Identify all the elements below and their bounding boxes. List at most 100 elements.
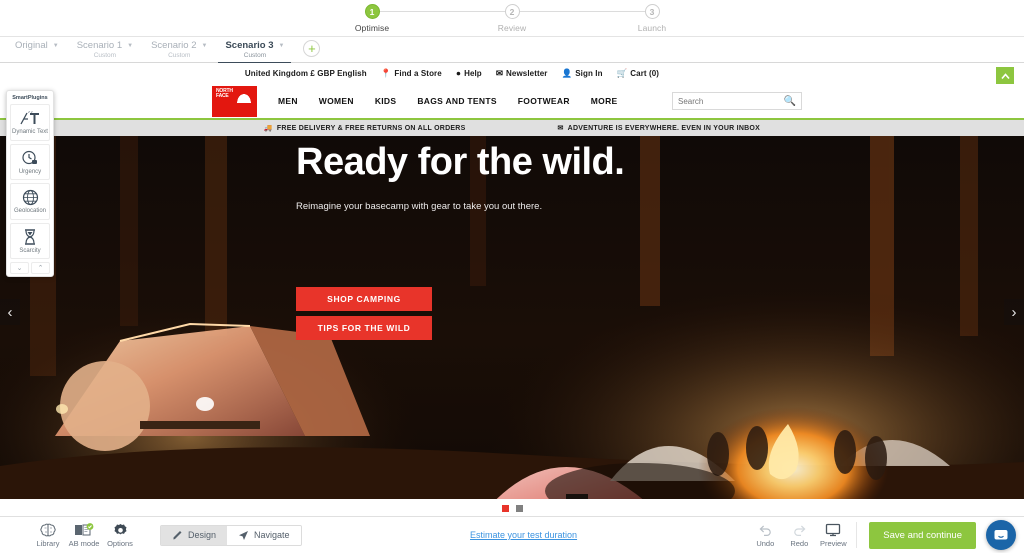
chevron-down-icon[interactable]: ▼ — [279, 43, 285, 49]
ab-mode-icon — [74, 522, 94, 538]
chevron-down-icon[interactable]: ▼ — [127, 43, 133, 49]
chevron-down-icon[interactable]: ▼ — [53, 43, 59, 49]
chat-support-button[interactable] — [986, 520, 1016, 550]
tab-sublabel: Custom — [93, 52, 117, 59]
plugin-dynamic-text[interactable]: Dynamic Text — [10, 104, 50, 141]
progress-stepper: 1 Optimise 2 Review 3 Launch — [0, 0, 1024, 36]
carousel-dot-1[interactable] — [501, 504, 509, 512]
chevron-down-icon[interactable]: ▼ — [202, 43, 208, 49]
tips-for-the-wild-button[interactable]: TIPS FOR THE WILD — [296, 316, 432, 340]
step-label: Launch — [637, 23, 667, 33]
scroll-to-top-button[interactable] — [996, 67, 1014, 85]
promo-label: ADVENTURE IS EVERYWHERE. EVEN IN YOUR IN… — [567, 124, 761, 132]
plugin-label: Dynamic Text — [12, 129, 48, 135]
tab-scenario-1[interactable]: Scenario 1 ▼ Custom — [68, 37, 142, 63]
globe-icon — [12, 189, 48, 206]
search-icon[interactable]: 🔍 — [784, 96, 796, 107]
tab-label: Scenario 3 — [225, 40, 274, 51]
plugin-urgency[interactable]: Urgency — [10, 143, 50, 180]
step-number: 2 — [504, 4, 520, 19]
tab-scenario-2[interactable]: Scenario 2 ▼ Custom — [142, 37, 216, 63]
tab-row: Original ▼ — [15, 40, 59, 51]
preview-button[interactable]: Preview — [816, 522, 850, 548]
toolbar-left-group: Library AB mode Options — [0, 522, 138, 548]
navigate-mode-button[interactable]: Navigate — [227, 525, 301, 545]
nav-item-kids[interactable]: KIDS — [375, 96, 397, 106]
nav-item-women[interactable]: WOMEN — [319, 96, 354, 106]
ab-mode-button[interactable]: AB mode — [66, 522, 102, 548]
app-root: 1 Optimise 2 Review 3 Launch Original ▼ — [0, 0, 1024, 553]
nav-item-more[interactable]: MORE — [591, 96, 618, 106]
tab-row: Scenario 1 ▼ — [77, 40, 133, 51]
site-main-nav: NORTH FACE MEN WOMEN KIDS BAGS AND TENTS… — [0, 84, 1024, 118]
chevron-up-icon — [1000, 72, 1010, 79]
toolbar-right-group: Undo Redo Preview Save and continue — [748, 517, 1024, 553]
button-label: Undo — [756, 539, 775, 548]
plugin-geolocation[interactable]: Geolocation — [10, 183, 50, 220]
tab-original[interactable]: Original ▼ — [6, 37, 68, 63]
tab-sublabel: Custom — [168, 52, 191, 59]
carousel-indicators — [0, 499, 1024, 515]
plugin-label: Urgency — [18, 168, 42, 175]
nav-item-bags-and-tents[interactable]: BAGS AND TENTS — [417, 96, 496, 106]
button-label: Library — [36, 539, 60, 548]
help-link[interactable]: ● Help — [456, 69, 482, 78]
site-utility-bar: United Kingdom £ GBP English 📍 Find a St… — [0, 63, 1024, 84]
locale-selector[interactable]: United Kingdom £ GBP English — [245, 69, 367, 78]
redo-button[interactable]: Redo — [782, 522, 816, 548]
nav-item-men[interactable]: MEN — [278, 96, 298, 106]
tab-label: Scenario 1 — [76, 40, 123, 51]
editor-bottom-toolbar: Library AB mode Options Design Navigate … — [0, 516, 1024, 553]
button-label: Redo — [790, 539, 809, 548]
shop-camping-button[interactable]: SHOP CAMPING — [296, 287, 432, 311]
promo-delivery: 🚚 FREE DELIVERY & FREE RETURNS ON ALL OR… — [263, 124, 466, 133]
cart-link[interactable]: 🛒 Cart (0) — [617, 69, 660, 78]
button-label: Options — [107, 539, 133, 548]
hero-banner: Ready for the wild. Reimagine your basec… — [0, 136, 1024, 499]
envelope-icon: ✉ — [495, 68, 504, 79]
step-label: Optimise — [354, 23, 390, 33]
estimate-duration-link[interactable]: Estimate your test duration — [470, 530, 577, 540]
hero-headline: Ready for the wild. — [296, 141, 625, 183]
tab-row: Scenario 3 ▼ — [225, 40, 284, 51]
promo-newsletter: ✉ ADVENTURE IS EVERYWHERE. EVEN IN YOUR … — [557, 124, 761, 133]
cart-icon: 🛒 — [616, 68, 628, 79]
find-a-store-link[interactable]: 📍 Find a Store — [381, 69, 442, 78]
toolbar-divider — [856, 522, 858, 548]
carousel-dot-2[interactable] — [515, 504, 523, 512]
tab-scenario-3[interactable]: Scenario 3 ▼ Custom — [216, 37, 293, 64]
button-label: Preview — [819, 539, 847, 548]
options-button[interactable]: Options — [102, 522, 138, 548]
newsletter-link[interactable]: ✉ Newsletter — [496, 69, 548, 78]
plugins-scroll-down-button[interactable]: ⌄ — [10, 262, 29, 274]
library-button[interactable]: Library — [30, 522, 66, 548]
design-mode-button[interactable]: Design — [161, 525, 228, 545]
step-optimise[interactable]: 1 Optimise — [302, 4, 512, 33]
search-box[interactable]: 🔍 — [672, 92, 802, 110]
envelope-icon: ✉ — [557, 125, 564, 132]
hero-cta-group: SHOP CAMPING TIPS FOR THE WILD — [296, 287, 432, 345]
carousel-prev-arrow[interactable]: ‹ — [0, 299, 20, 325]
search-input[interactable] — [678, 96, 778, 106]
link-label: Cart (0) — [630, 69, 660, 78]
monitor-icon — [825, 522, 841, 538]
plugins-scroll-up-button[interactable]: ⌃ — [31, 262, 50, 274]
promo-label: FREE DELIVERY & FREE RETURNS ON ALL ORDE… — [276, 124, 466, 132]
save-and-continue-button[interactable]: Save and continue — [869, 521, 976, 549]
tab-label: Scenario 2 — [151, 40, 197, 51]
tab-sublabel: Custom — [243, 52, 267, 59]
truck-icon: 🚚 — [263, 125, 273, 132]
hero-text-block: Ready for the wild. Reimagine your basec… — [296, 142, 626, 213]
step-connector — [512, 11, 652, 12]
undo-button[interactable]: Undo — [748, 522, 782, 548]
step-launch[interactable]: 3 Launch — [582, 4, 722, 33]
nav-item-footwear[interactable]: FOOTWEAR — [518, 96, 570, 106]
carousel-next-arrow[interactable]: › — [1004, 299, 1024, 325]
sign-in-link[interactable]: 👤 Sign In — [562, 69, 603, 78]
brand-logo[interactable]: NORTH FACE — [212, 85, 257, 117]
plugin-scarcity[interactable]: Scarcity — [10, 222, 50, 259]
add-scenario-button[interactable]: + — [303, 40, 321, 57]
pencil-icon — [173, 530, 182, 539]
hourglass-icon — [12, 229, 48, 246]
step-review[interactable]: 2 Review — [442, 4, 652, 33]
